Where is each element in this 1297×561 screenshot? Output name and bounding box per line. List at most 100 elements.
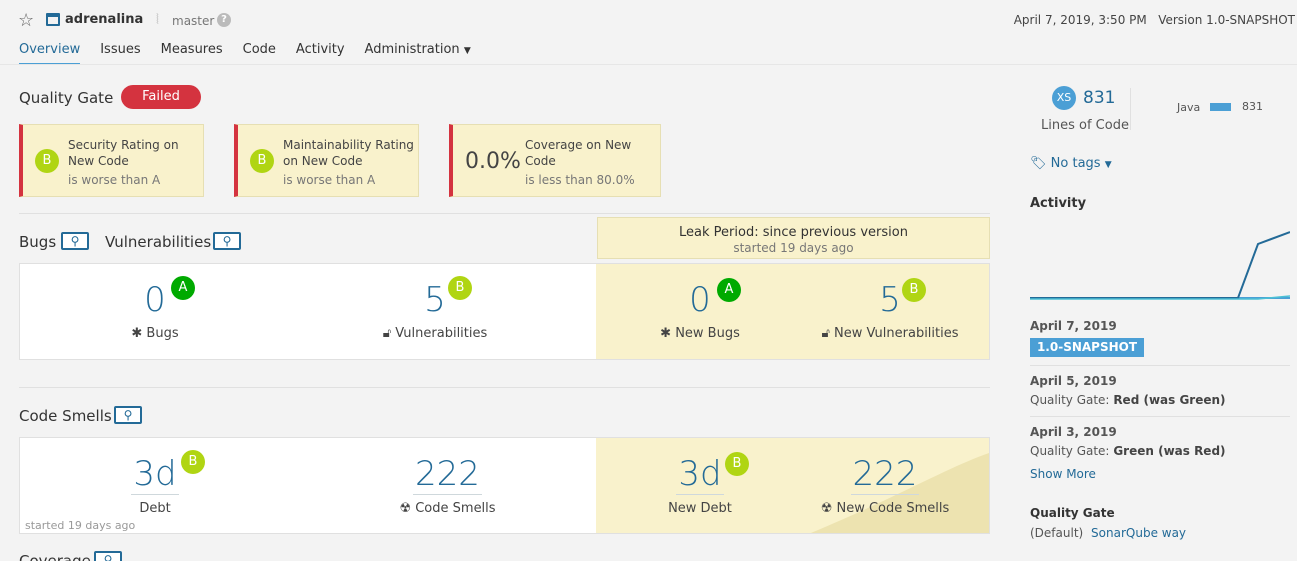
- condition-value: 0.0%: [465, 149, 521, 174]
- new-vulnerabilities-rating[interactable]: B: [902, 278, 926, 302]
- vulnerabilities-search-button[interactable]: ⚲: [213, 232, 241, 250]
- bugs-label: Bugs: [146, 326, 179, 341]
- quality-gate-title: Quality Gate: [19, 89, 114, 107]
- tab-measures[interactable]: Measures: [161, 42, 223, 65]
- quality-gate-info: (Default) SonarQube way: [1030, 526, 1186, 540]
- qg-condition-coverage[interactable]: 0.0% Coverage on New Code is less than 8…: [449, 124, 661, 197]
- condition-metric: Maintainability Rating on New Code: [283, 138, 414, 168]
- tags-label: No tags: [1050, 156, 1101, 171]
- coverage-search-button[interactable]: ⚲: [94, 551, 122, 561]
- branch-icon: ⦚: [156, 12, 159, 28]
- caret-down-icon: ▼: [1104, 160, 1112, 170]
- section-divider: [19, 213, 990, 214]
- header-divider: [0, 64, 1297, 65]
- tab-administration[interactable]: Administration ▼: [365, 42, 471, 65]
- favorite-star-icon[interactable]: ☆: [18, 10, 34, 31]
- code-smells-section-title: Code Smells: [19, 407, 112, 425]
- condition-detail: is worse than A: [283, 173, 376, 187]
- condition-metric: Security Rating on New Code: [68, 138, 179, 168]
- code-smells-panel: 3d Debt B 222 ☢ Code Smells started 19 d…: [19, 437, 990, 534]
- vulnerabilities-value[interactable]: 5: [370, 280, 500, 320]
- new-vulnerabilities-metric[interactable]: 5 🔓︎ New Vulnerabilities: [815, 280, 965, 341]
- sidebar-divider: [1130, 88, 1131, 130]
- tab-overview[interactable]: Overview: [19, 42, 81, 65]
- language-lines: 831: [1242, 100, 1263, 113]
- section-divider: [19, 387, 990, 388]
- event-date: April 3, 2019: [1030, 425, 1117, 439]
- project-name[interactable]: adrenalina: [65, 12, 143, 27]
- vulnerabilities-label: Vulnerabilities: [395, 326, 488, 341]
- started-note: started 19 days ago: [25, 519, 136, 532]
- bug-icon: ✱: [660, 326, 672, 341]
- debt-label: Debt: [139, 501, 171, 516]
- language-distribution-bar: [1210, 103, 1231, 111]
- code-smells-value[interactable]: 222: [413, 454, 482, 495]
- new-bugs-value[interactable]: 0: [640, 280, 760, 320]
- new-code-smells-metric[interactable]: 222 ☢ New Code Smells: [815, 454, 955, 516]
- show-more-link[interactable]: Show More: [1030, 467, 1096, 481]
- new-bugs-metric[interactable]: 0 ✱ New Bugs: [640, 280, 760, 341]
- quality-gate-link[interactable]: SonarQube way: [1091, 526, 1186, 540]
- quality-gate-section-title: Quality Gate: [1030, 506, 1115, 520]
- new-debt-value[interactable]: 3d: [676, 454, 724, 495]
- qg-condition-maintainability[interactable]: B Maintainability Rating on New Code is …: [234, 124, 419, 197]
- branch-name: master: [172, 14, 215, 28]
- quality-gate-default: (Default): [1030, 526, 1084, 540]
- search-icon: ⚲: [70, 234, 80, 248]
- tab-issues[interactable]: Issues: [100, 42, 140, 65]
- code-smells-search-button[interactable]: ⚲: [114, 406, 142, 424]
- event-quality-gate: Quality Gate: Red (was Green): [1030, 393, 1226, 407]
- project-icon: [46, 13, 60, 26]
- new-code-smells-value[interactable]: 222: [850, 454, 920, 495]
- search-icon: ⚲: [222, 234, 232, 248]
- code-smells-label: Code Smells: [415, 501, 496, 516]
- new-debt-rating[interactable]: B: [725, 452, 749, 476]
- leak-period-title: Leak Period: since previous version: [679, 225, 908, 240]
- new-bugs-label: New Bugs: [675, 326, 740, 341]
- bug-icon: ✱: [131, 326, 143, 341]
- lines-of-code-value[interactable]: 831: [1083, 88, 1115, 108]
- qg-condition-security[interactable]: B Security Rating on New Code is worse t…: [19, 124, 204, 197]
- project-nav: Overview Issues Measures Code Activity A…: [19, 42, 491, 65]
- new-vulnerabilities-value[interactable]: 5: [815, 280, 965, 320]
- rating-badge: B: [250, 149, 274, 173]
- bugs-rating[interactable]: A: [171, 276, 195, 300]
- lines-of-code-label: Lines of Code: [1041, 118, 1129, 133]
- new-bugs-rating[interactable]: A: [717, 278, 741, 302]
- lock-icon: 🔓︎: [382, 326, 392, 341]
- search-icon: ⚲: [123, 408, 133, 422]
- event-qg-label: Quality Gate:: [1030, 393, 1110, 407]
- condition-metric: Coverage on New Code: [525, 138, 632, 168]
- tags-dropdown[interactable]: 🏷︎ No tags ▼: [1030, 156, 1112, 171]
- radiation-icon: ☢: [820, 501, 833, 516]
- new-debt-label: New Debt: [668, 501, 732, 516]
- vulnerabilities-rating[interactable]: B: [448, 276, 472, 300]
- bugs-search-button[interactable]: ⚲: [61, 232, 89, 250]
- condition-detail: is less than 80.0%: [525, 173, 635, 187]
- activity-chart[interactable]: [1030, 218, 1290, 304]
- vulnerabilities-section-title: Vulnerabilities: [105, 233, 212, 251]
- analysis-meta: April 7, 2019, 3:50 PM Version 1.0-SNAPS…: [1014, 13, 1295, 27]
- bugs-section-title: Bugs: [19, 233, 57, 251]
- coverage-section-title: Coverage: [19, 552, 91, 561]
- code-smells-metric[interactable]: 222 ☢ Code Smells: [375, 454, 520, 516]
- language-name: Java: [1177, 101, 1201, 114]
- vulnerabilities-metric[interactable]: 5 🔓︎ Vulnerabilities: [370, 280, 500, 341]
- event-quality-gate: Quality Gate: Green (was Red): [1030, 444, 1226, 458]
- leak-period-header: Leak Period: since previous version star…: [597, 217, 990, 259]
- activity-title: Activity: [1030, 196, 1087, 211]
- tab-activity[interactable]: Activity: [296, 42, 345, 65]
- debt-rating[interactable]: B: [181, 450, 205, 474]
- event-qg-value: Green (was Red): [1113, 444, 1226, 458]
- condition-detail: is worse than A: [68, 173, 161, 187]
- tab-administration-label: Administration: [364, 42, 460, 57]
- event-date: April 7, 2019: [1030, 319, 1117, 333]
- event-qg-label: Quality Gate:: [1030, 444, 1110, 458]
- help-icon[interactable]: ?: [217, 13, 231, 27]
- rating-badge: B: [35, 149, 59, 173]
- project-version: Version 1.0-SNAPSHOT: [1158, 13, 1295, 27]
- debt-value[interactable]: 3d: [131, 454, 179, 495]
- radiation-icon: ☢: [399, 501, 412, 516]
- size-rating-badge: XS: [1052, 86, 1076, 110]
- tab-code[interactable]: Code: [243, 42, 276, 65]
